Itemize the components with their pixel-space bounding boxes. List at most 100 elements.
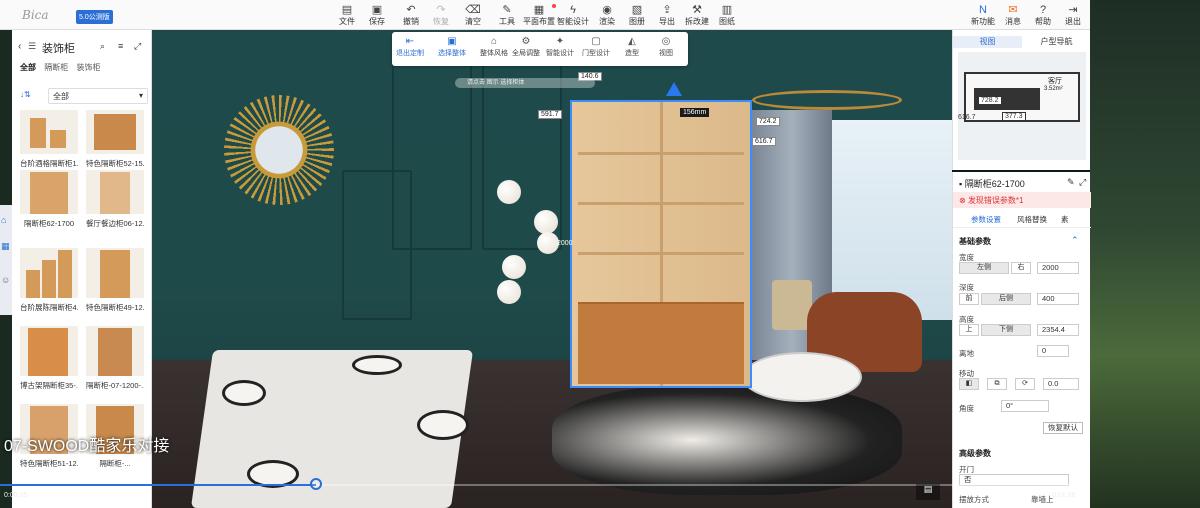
global-adjust-button[interactable]: ⚙ 全局调整 [508, 36, 544, 58]
reset-default-button[interactable]: 恢复默认 [1043, 422, 1083, 434]
move-copy-icon[interactable]: ⧉ [987, 378, 1007, 390]
undo-button[interactable]: ↶ 撤销 [396, 4, 426, 27]
list-item[interactable]: 餐厅餐边柜06-12... [86, 170, 144, 229]
catalog-icon[interactable]: ▦ [1, 241, 11, 251]
sort-asc-icon[interactable]: ↓⇅ [20, 90, 31, 99]
door-design-button[interactable]: ▢ 门型设计 [578, 36, 614, 58]
angle-select[interactable]: 0° [1001, 400, 1049, 412]
style-button[interactable]: ⌂ 整体风格 [476, 36, 512, 58]
coffee-table [742, 352, 862, 402]
list-item[interactable]: 隔断柜-07-1200-... [86, 326, 144, 391]
exit-button[interactable]: ⇥ 退出 [1058, 4, 1088, 27]
style-icon: ⌂ [490, 36, 498, 47]
left-tool-strip: ⌂ ▦ ☺ [0, 205, 12, 315]
user-icon[interactable]: ☺ [1, 275, 11, 285]
selected-cabinet[interactable] [570, 100, 752, 388]
video-progress-handle[interactable] [310, 478, 323, 490]
sort-icon[interactable]: ≡ [118, 41, 123, 51]
view-button[interactable]: ◎ 视图 [648, 36, 684, 58]
tab-view[interactable]: 视图 [953, 36, 1022, 48]
select-whole-button[interactable]: ▣ 选择整体 [434, 36, 470, 58]
rebuild-button[interactable]: ⚒ 拆改建 [682, 4, 712, 27]
search-icon[interactable]: ⌕ [100, 41, 105, 52]
expand-icon[interactable]: ⤢ [1079, 177, 1086, 188]
help-icon: ? [1039, 4, 1047, 16]
install-value[interactable]: 靠墙上 [1031, 494, 1054, 505]
move-up-arrow-icon[interactable] [666, 82, 682, 96]
floorplan-minimap[interactable]: 728.2 377.3 616.7 客厅 3.52m² [958, 52, 1086, 160]
tab-params[interactable]: 参数设置 [971, 214, 1001, 225]
message-button[interactable]: ✉ 消息 [998, 4, 1028, 27]
file-icon: ▤ [341, 4, 353, 16]
height-anchor-bottom[interactable]: 下侧 [981, 324, 1031, 336]
shape-button[interactable]: ◭ 造型 [614, 36, 650, 58]
edit-icon[interactable]: ✎ [1067, 177, 1075, 188]
width-input[interactable]: 2000 [1037, 262, 1079, 274]
move-rotate-icon[interactable]: ⟳ [1015, 378, 1035, 390]
back-icon[interactable]: ‹ [18, 41, 21, 52]
filter-select[interactable]: 全部 ▾ [48, 88, 148, 104]
cabinet-lower-doors [578, 302, 744, 384]
item-thumbnail [20, 170, 78, 214]
video-total-time: 0:01:28 [1052, 492, 1076, 499]
window [832, 120, 952, 320]
drawing-button[interactable]: ▥ 图纸 [712, 4, 742, 27]
depth-anchor-front[interactable]: 前 [959, 293, 979, 305]
list-item[interactable]: 台阶展陈隔断柜4... [20, 248, 78, 313]
item-thumbnail [86, 170, 144, 214]
tab-style-replace[interactable]: 风格替换 [1017, 214, 1047, 225]
move-input[interactable]: 0.0 [1043, 378, 1079, 390]
list-item[interactable]: 台阶酒格隔断柜1... [20, 110, 78, 169]
exit-custom-button[interactable]: ⇤ 退出定制 [392, 36, 428, 58]
tab-all[interactable]: 全部 [20, 63, 36, 72]
depth-input[interactable]: 400 [1037, 293, 1079, 305]
sunburst-mirror [224, 95, 334, 205]
chevron-up-icon[interactable]: ⌃ [1071, 235, 1079, 246]
home-icon[interactable]: ⌂ [1, 215, 11, 225]
album-button[interactable]: ▧ 图册 [622, 4, 652, 27]
3d-viewport[interactable]: 140.6 591.7 724.2 616.7 156mm 2000 [152, 30, 952, 508]
new-feature-icon: N [979, 4, 987, 16]
help-button[interactable]: ? 帮助 [1028, 4, 1058, 27]
lamp-globe [497, 180, 521, 204]
file-button[interactable]: ▤ 文件 [332, 4, 362, 27]
depth-anchor-back[interactable]: 后侧 [981, 293, 1031, 305]
tab-partition[interactable]: 隔断柜 [44, 63, 68, 72]
tab-decorative[interactable]: 装饰柜 [76, 63, 100, 72]
expand-icon[interactable]: ⤢ [134, 41, 141, 52]
export-button[interactable]: ⇪ 导出 [652, 4, 682, 27]
render-button[interactable]: ◉ 渲染 [592, 4, 622, 27]
lamp-globe [497, 280, 521, 304]
lamp-globe [537, 232, 559, 254]
new-feature-button[interactable]: N 新功能 [968, 4, 998, 27]
item-thumbnail [86, 248, 144, 298]
error-banner[interactable]: ⊗ 发现错误参数*1 [953, 192, 1091, 208]
item-thumbnail [20, 326, 78, 376]
height-anchor-top[interactable]: 上 [959, 324, 979, 336]
wall-panel [342, 170, 412, 320]
tab-material[interactable]: 素 [1061, 214, 1069, 225]
list-item[interactable]: 博古架隔断柜35-... [20, 326, 78, 391]
width-anchor-right[interactable]: 右 [1011, 262, 1031, 274]
save-button[interactable]: ▣ 保存 [362, 4, 392, 27]
video-menu-icon[interactable]: ▤ [916, 484, 940, 500]
clear-button[interactable]: ⌫ 清空 [458, 4, 488, 27]
section-basic: 基础参数 [959, 237, 991, 246]
move-left-icon[interactable]: ◧ [959, 378, 979, 390]
smart-design-button[interactable]: ϟ 智能设计 [552, 4, 594, 27]
ground-input[interactable]: 0 [1037, 345, 1069, 357]
redo-button[interactable]: ↷ 恢复 [426, 4, 456, 27]
list-item[interactable]: 特色隔断柜49-12... [86, 248, 144, 313]
height-input[interactable]: 2354.4 [1037, 324, 1079, 336]
width-anchor-left[interactable]: 左侧 [959, 262, 1009, 274]
dimension-label-left: 591.7 [538, 110, 562, 119]
tab-floor-nav[interactable]: 户型导航 [1022, 36, 1091, 47]
smart-button[interactable]: ✦ 智能设计 [542, 36, 578, 58]
properties-panel: ▪ 隔断柜62-1700 ✎ ⤢ ⊗ 发现错误参数*1 参数设置 风格替换 素 … [952, 172, 1091, 508]
item-thumbnail [20, 110, 78, 154]
list-item[interactable]: 隔断柜62-1700 [20, 170, 78, 229]
album-icon: ▧ [631, 4, 643, 16]
top-toolbar: Bica 5.0公测版 ▤ 文件 ▣ 保存 ↶ 撤销 ↷ 恢复 ⌫ 清空 ✎ 工具 ▦ 平面布… [0, 0, 1090, 30]
list-item[interactable]: 特色隔断柜52-15... [86, 110, 144, 169]
item-thumbnail [20, 248, 78, 298]
